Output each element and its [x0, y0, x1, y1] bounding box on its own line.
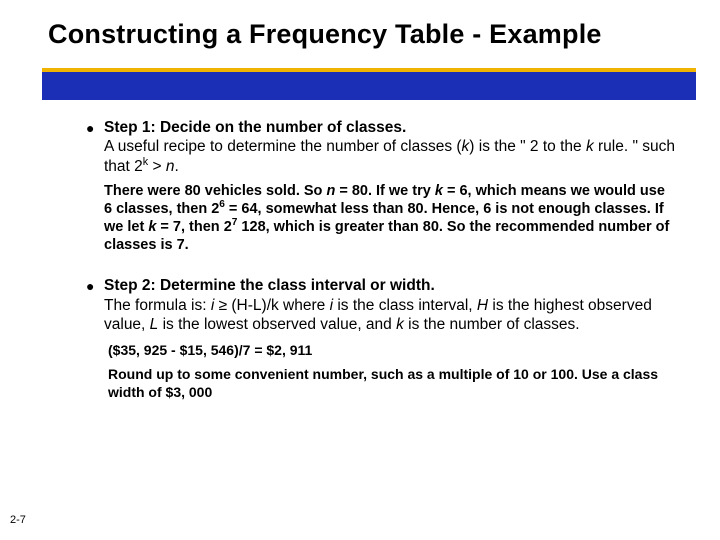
- t: = 80. If we try: [335, 183, 435, 199]
- bullet-step2: ● Step 2: Determine the class interval o…: [86, 276, 680, 334]
- content-area: ● Step 1: Decide on the number of classe…: [48, 118, 696, 401]
- accent-blue-bar: [42, 72, 696, 100]
- step2-calc: ($35, 925 - $15, 546)/7 = $2, 911: [108, 341, 680, 359]
- t: (H-L)/k where: [227, 297, 330, 314]
- step1-heading: Step 1: Decide on the number of classes.: [104, 119, 406, 136]
- step2-body: Step 2: Determine the class interval or …: [104, 276, 680, 334]
- step2-heading: Step 2: Determine the class interval or …: [104, 277, 435, 294]
- var-l: L: [150, 316, 159, 333]
- step1-note: There were 80 vehicles sold. So n = 80. …: [104, 182, 680, 255]
- var-h: H: [477, 297, 488, 314]
- var-k: k: [435, 183, 443, 199]
- t: There were 80 vehicles sold. So: [104, 183, 326, 199]
- t: >: [148, 158, 166, 175]
- var-k: k: [586, 138, 594, 155]
- t: .: [175, 158, 179, 175]
- t: = 7, then 2: [156, 219, 231, 235]
- ge-symbol: ≥: [219, 297, 228, 314]
- t: is the lowest observed value, and: [158, 316, 396, 333]
- t: The formula is:: [104, 297, 211, 314]
- var-n: n: [166, 158, 175, 175]
- bullet-icon: ●: [86, 276, 104, 295]
- accent-bar-group: [42, 68, 696, 100]
- step1-body: Step 1: Decide on the number of classes.…: [104, 118, 680, 176]
- bullet-step1: ● Step 1: Decide on the number of classe…: [86, 118, 680, 176]
- step2-round: Round up to some convenient number, such…: [108, 365, 680, 401]
- var-n: n: [326, 183, 335, 199]
- t: ) is the " 2 to the: [469, 138, 586, 155]
- bullet-icon: ●: [86, 118, 104, 137]
- slide-title: Constructing a Frequency Table - Example: [48, 18, 696, 52]
- t: is the number of classes.: [404, 316, 580, 333]
- t: is the class interval,: [333, 297, 477, 314]
- t: A useful recipe to determine the number …: [104, 138, 462, 155]
- var-k: k: [396, 316, 404, 333]
- page-number: 2-7: [10, 514, 26, 526]
